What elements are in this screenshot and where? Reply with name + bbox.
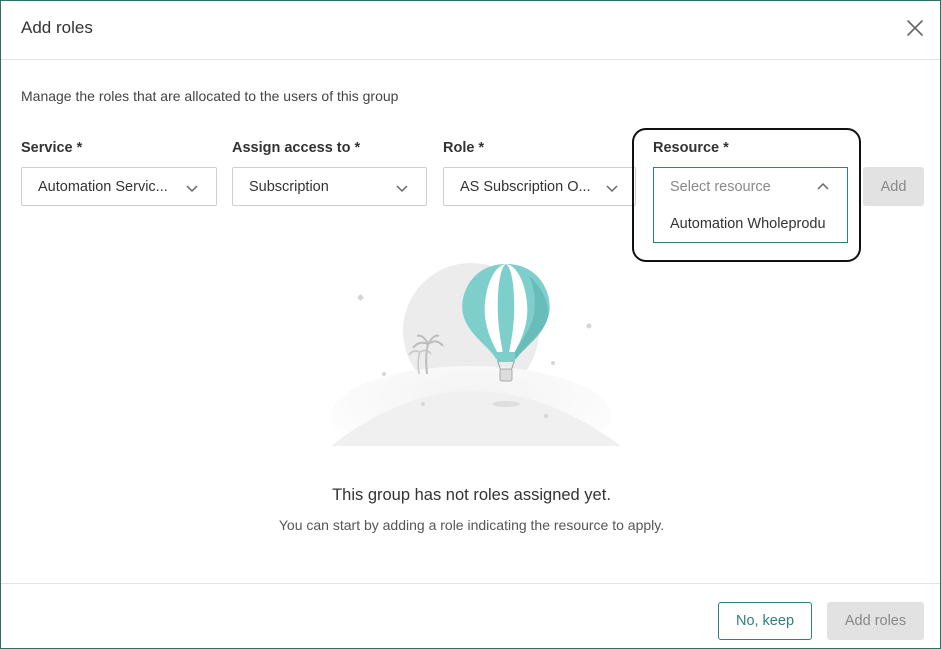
chevron-down-icon (186, 185, 198, 193)
chevron-down-icon (396, 185, 408, 193)
close-icon (907, 20, 923, 36)
resource-dropdown: Select resource Automation Wholeprodu (653, 167, 848, 243)
empty-state-title: This group has not roles assigned yet. (332, 486, 611, 504)
resource-placeholder: Select resource (670, 179, 771, 195)
assign-access-select-value: Subscription (249, 179, 329, 195)
role-select-value: AS Subscription O... (460, 179, 591, 195)
dialog-footer: No, keep Add roles (1, 583, 940, 648)
assign-access-select[interactable]: Subscription (232, 167, 427, 206)
resource-select[interactable]: Select resource (654, 168, 847, 206)
add-roles-button[interactable]: Add roles (827, 602, 924, 640)
service-select[interactable]: Automation Servic... (21, 167, 217, 206)
role-select[interactable]: AS Subscription O... (443, 167, 636, 206)
resource-option-label: Automation Wholeprodu (670, 216, 826, 232)
service-select-value: Automation Servic... (38, 179, 168, 195)
add-button[interactable]: Add (863, 167, 924, 206)
chevron-down-icon (606, 185, 618, 193)
empty-state-description: You can start by adding a role indicatin… (278, 517, 665, 533)
add-roles-dialog: Add roles Manage the roles that are allo… (0, 0, 941, 649)
role-label: Role * (443, 140, 485, 156)
resource-label: Resource * (653, 140, 729, 156)
resource-option[interactable]: Automation Wholeprodu (654, 206, 847, 242)
dialog-subtitle: Manage the roles that are allocated to t… (21, 88, 399, 104)
hot-air-balloon-illustration (331, 263, 621, 446)
dialog-header: Add roles (1, 1, 940, 60)
assign-access-label: Assign access to * (232, 140, 361, 156)
chevron-up-icon (817, 182, 829, 190)
dialog-title: Add roles (21, 18, 93, 37)
no-keep-button[interactable]: No, keep (718, 602, 812, 640)
close-button[interactable] (904, 17, 926, 39)
service-label: Service * (21, 140, 83, 156)
